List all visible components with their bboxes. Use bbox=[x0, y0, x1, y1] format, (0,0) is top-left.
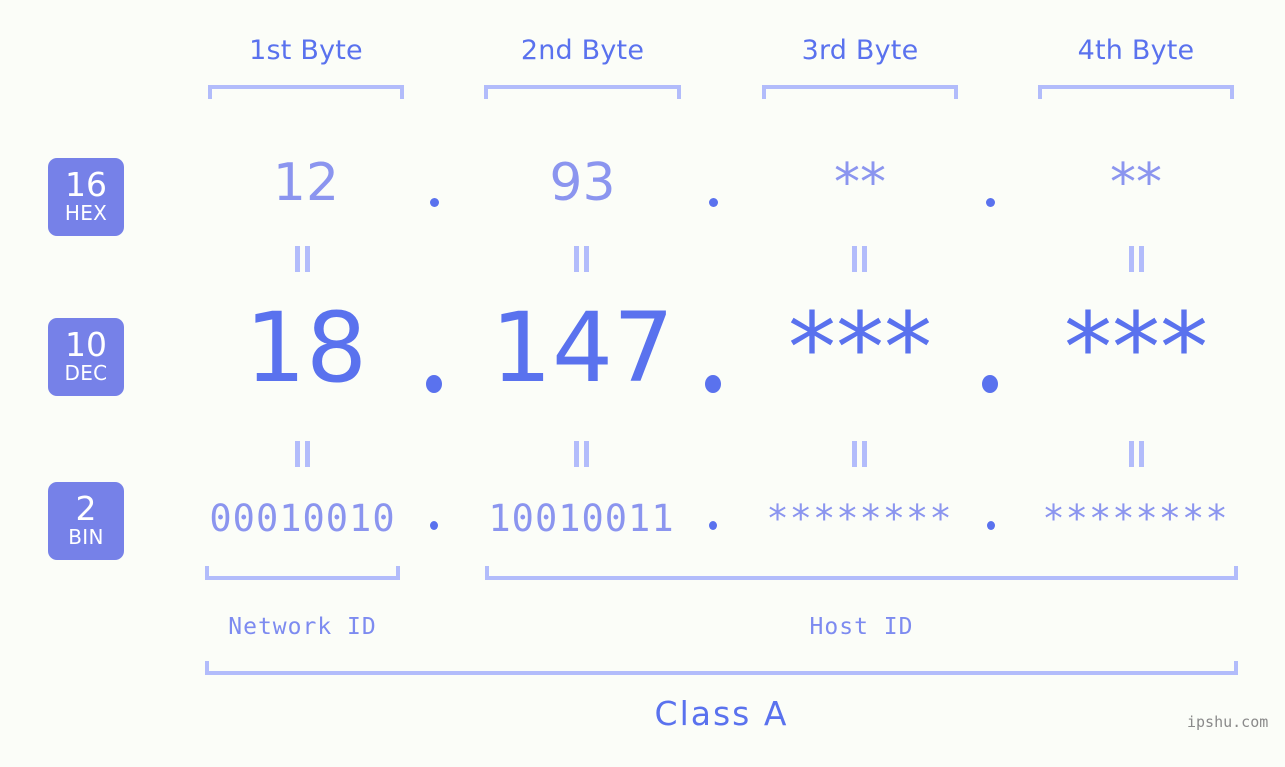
bin-value-byte-2: 10010011 bbox=[488, 497, 675, 540]
equals-marker-dec-bin-1 bbox=[292, 441, 314, 467]
radix-badge-bin-number: 2 bbox=[75, 489, 97, 528]
hex-value-byte-4: ** bbox=[1110, 153, 1162, 213]
dec-value-byte-1: 18 bbox=[244, 292, 368, 404]
network-id-label: Network ID bbox=[228, 614, 377, 640]
hex-dot-separator-1 bbox=[430, 198, 439, 207]
ip-breakdown-diagram: 1st Byte 2nd Byte 3rd Byte 4th Byte 16 H… bbox=[0, 0, 1285, 767]
equals-marker-hex-dec-2 bbox=[571, 246, 593, 272]
byte-header-2: 2nd Byte bbox=[520, 35, 645, 66]
equals-marker-dec-bin-4 bbox=[1126, 441, 1148, 467]
dec-dot-separator-3 bbox=[982, 375, 998, 393]
equals-marker-hex-dec-4 bbox=[1126, 246, 1148, 272]
radix-badge-hex-name: HEX bbox=[64, 201, 108, 225]
equals-marker-dec-bin-3 bbox=[849, 441, 871, 467]
radix-badge-dec-number: 10 bbox=[65, 325, 107, 364]
radix-badge-hex-number: 16 bbox=[65, 165, 107, 204]
class-label: Class A bbox=[654, 694, 789, 733]
byte-header-1: 1st Byte bbox=[249, 35, 363, 66]
hex-value-byte-2: 93 bbox=[549, 153, 616, 213]
radix-badge-dec-name: DEC bbox=[64, 361, 108, 385]
hex-dot-separator-2 bbox=[709, 198, 718, 207]
dec-value-byte-2: 147 bbox=[490, 292, 675, 404]
equals-marker-dec-bin-2 bbox=[571, 441, 593, 467]
radix-badge-dec: 10 DEC bbox=[48, 318, 124, 396]
class-bracket bbox=[205, 661, 1238, 675]
dec-dot-separator-1 bbox=[426, 375, 442, 393]
bin-value-byte-3: ******** bbox=[766, 497, 953, 540]
byte-bracket-top-4 bbox=[1038, 85, 1234, 99]
radix-badge-bin: 2 BIN bbox=[48, 482, 124, 560]
bin-value-byte-1: 00010010 bbox=[209, 497, 396, 540]
host-id-bracket bbox=[485, 566, 1238, 580]
bin-dot-separator-3 bbox=[987, 521, 995, 530]
byte-header-4: 4th Byte bbox=[1077, 35, 1195, 66]
bin-dot-separator-1 bbox=[430, 521, 438, 530]
network-id-bracket bbox=[205, 566, 400, 580]
dec-value-byte-3: *** bbox=[788, 292, 932, 404]
byte-bracket-top-2 bbox=[484, 85, 681, 99]
bin-value-byte-4: ******** bbox=[1042, 497, 1229, 540]
byte-header-3: 3rd Byte bbox=[801, 35, 919, 66]
byte-bracket-top-1 bbox=[208, 85, 404, 99]
radix-badge-hex: 16 HEX bbox=[48, 158, 124, 236]
hex-value-byte-1: 12 bbox=[272, 153, 340, 213]
dec-value-byte-4: *** bbox=[1064, 292, 1208, 404]
dec-dot-separator-2 bbox=[705, 375, 721, 393]
host-id-label: Host ID bbox=[809, 614, 914, 640]
bin-dot-separator-2 bbox=[709, 521, 717, 530]
site-watermark: ipshu.com bbox=[1187, 713, 1269, 731]
hex-value-byte-3: ** bbox=[834, 153, 886, 213]
radix-badge-bin-name: BIN bbox=[68, 525, 104, 549]
equals-marker-hex-dec-1 bbox=[292, 246, 314, 272]
byte-bracket-top-3 bbox=[762, 85, 958, 99]
hex-dot-separator-3 bbox=[986, 198, 995, 207]
equals-marker-hex-dec-3 bbox=[849, 246, 871, 272]
